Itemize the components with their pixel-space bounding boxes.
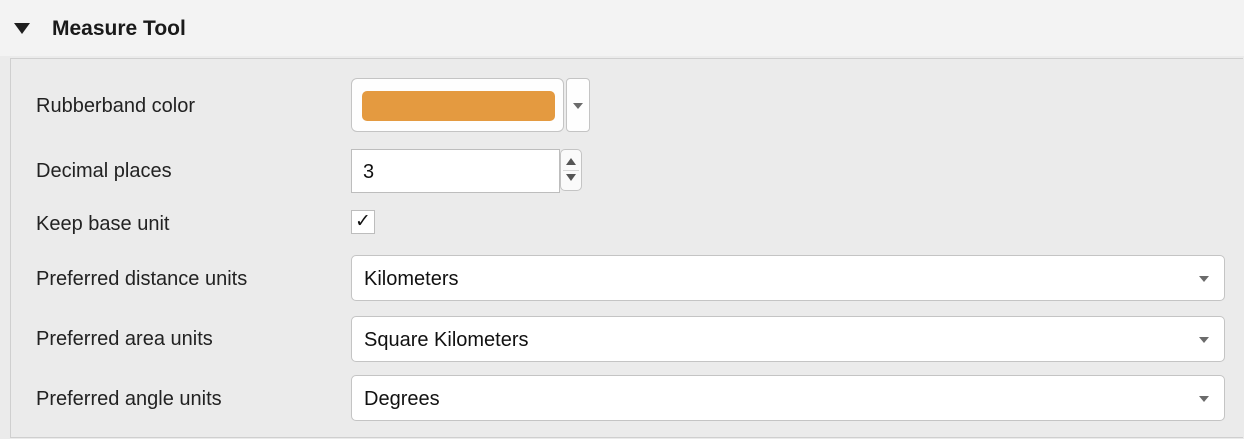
step-down-icon[interactable]	[566, 174, 576, 181]
section-header[interactable]: Measure Tool	[0, 0, 1244, 56]
decimal-places-stepper[interactable]	[560, 149, 582, 191]
angle-units-value: Degrees	[364, 388, 440, 410]
rubberband-color-button[interactable]	[351, 78, 564, 132]
chevron-down-icon	[1199, 337, 1209, 343]
preferred-angle-units-label: Preferred angle units	[36, 388, 222, 410]
decimal-places-value: 3	[363, 161, 375, 183]
chevron-down-icon	[1199, 396, 1209, 402]
angle-units-dropdown[interactable]: Degrees	[351, 375, 1225, 421]
checkmark-icon: ✓	[355, 210, 371, 232]
collapse-triangle-icon[interactable]	[14, 23, 30, 34]
preferred-distance-units-label: Preferred distance units	[36, 268, 248, 290]
area-units-value: Square Kilometers	[364, 329, 529, 351]
preferred-area-units-label: Preferred area units	[36, 328, 213, 350]
distance-units-dropdown[interactable]: Kilometers	[351, 255, 1225, 301]
chevron-down-icon	[573, 103, 583, 109]
measure-tool-settings-page: Measure Tool Rubberband color Decimal pl…	[0, 0, 1244, 439]
color-swatch	[362, 91, 555, 121]
rubberband-color-label: Rubberband color	[36, 95, 195, 117]
keep-base-unit-checkbox[interactable]: ✓	[351, 210, 375, 234]
area-units-dropdown[interactable]: Square Kilometers	[351, 316, 1225, 362]
stepper-divider	[563, 170, 579, 171]
section-title: Measure Tool	[52, 17, 186, 40]
color-menu-button[interactable]	[566, 78, 590, 132]
keep-base-unit-label: Keep base unit	[36, 213, 170, 235]
decimal-places-label: Decimal places	[36, 160, 172, 182]
distance-units-value: Kilometers	[364, 268, 459, 290]
chevron-down-icon	[1199, 276, 1209, 282]
step-up-icon[interactable]	[566, 158, 576, 165]
decimal-places-spinbox[interactable]: 3	[351, 149, 560, 193]
